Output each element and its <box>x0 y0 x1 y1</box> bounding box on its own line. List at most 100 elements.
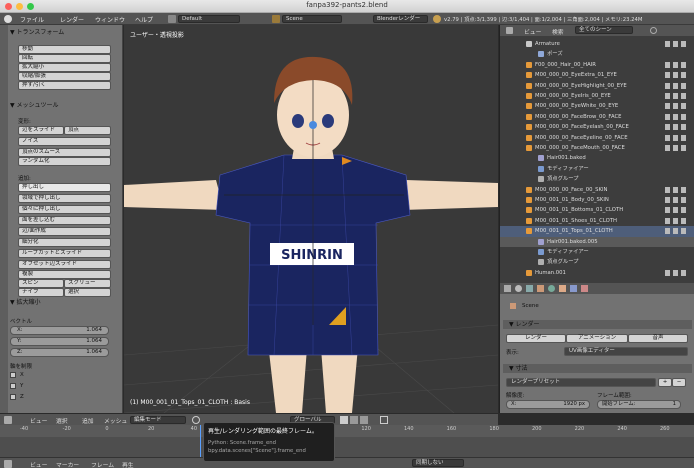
visibility-toggle-icons[interactable] <box>665 82 687 89</box>
outliner-row[interactable]: M00_000_00_FaceMouth_00_FACE <box>500 143 694 153</box>
dimensions-panel-header[interactable]: ▼ 寸法 <box>503 364 692 373</box>
outliner-row[interactable]: モディファイアー <box>500 164 694 174</box>
screen-layout-field[interactable]: Default <box>178 15 240 23</box>
outliner-row[interactable]: M00_000_00_Face_00_SKIN <box>500 185 694 195</box>
outliner-row[interactable]: M00_001_01_Bottoms_01_CLOTH <box>500 205 694 215</box>
vertex-slide-button[interactable]: 頂点 <box>64 126 111 135</box>
vector-x-field[interactable]: X: 1.064 <box>10 326 109 335</box>
visibility-toggle-icons[interactable] <box>665 41 687 47</box>
tool-shelf-tabs[interactable] <box>0 25 8 413</box>
outliner-row[interactable]: モディファイアー <box>500 247 694 257</box>
select-menu[interactable]: 選択 <box>56 416 68 425</box>
loop-cut-slide-button[interactable]: ループカットとスライド <box>18 249 111 258</box>
outliner-row[interactable]: Armature <box>500 39 694 49</box>
mesh-tools-panel-header[interactable]: ▼ メッシュツール <box>10 100 59 109</box>
knife-button[interactable]: ナイフ <box>18 288 64 297</box>
resolution-x-field[interactable]: X: 1920 px <box>506 400 590 409</box>
search-icon[interactable] <box>650 27 657 34</box>
randomize-button[interactable]: ランダム化 <box>18 157 111 166</box>
extrude-region-button[interactable]: 領域で押し出し <box>18 194 111 203</box>
frame-menu[interactable]: フレーム <box>91 460 114 468</box>
selected-vertex[interactable] <box>309 121 317 129</box>
outliner-row[interactable]: M00_000_00_FaceBrow_00_FACE <box>500 112 694 122</box>
mesh-menu[interactable]: メッシュ <box>104 416 127 425</box>
extrude-individual-button[interactable]: 個々に押し出し <box>18 205 111 214</box>
transform-panel-header[interactable]: ▼ トランスフォーム <box>10 27 64 36</box>
translate-button[interactable]: 移動 <box>18 45 111 54</box>
properties-tabs[interactable] <box>500 283 694 294</box>
timeline-view-menu[interactable]: ビュー <box>30 460 47 468</box>
world-icon[interactable] <box>548 285 555 292</box>
visibility-toggle-icons[interactable] <box>665 72 687 79</box>
visibility-toggle-icons[interactable] <box>665 217 687 224</box>
outliner-row[interactable]: M00_000_00_EyeIris_00_EYE <box>500 91 694 101</box>
outliner-row[interactable]: F00_000_Hair_00_HAIR <box>500 60 694 70</box>
render-engine-dropdown[interactable]: Blenderレンダー <box>373 15 428 23</box>
info-editor-icon[interactable] <box>4 15 12 23</box>
visibility-toggle-icons[interactable] <box>665 186 687 193</box>
render-still-button[interactable]: レンダー <box>506 334 566 343</box>
layers-icon[interactable] <box>526 285 533 292</box>
current-frame-indicator[interactable] <box>200 425 201 457</box>
vertex-select-icon[interactable] <box>340 416 348 424</box>
outliner-menu-view[interactable]: ビュー <box>524 27 541 36</box>
timeline-editor-icon[interactable] <box>4 460 12 468</box>
add-preset-button[interactable]: + <box>658 378 672 387</box>
edge-slide-button[interactable]: 辺をスライド <box>18 126 64 135</box>
scene-field[interactable]: Scene <box>282 15 342 23</box>
wrench-icon[interactable] <box>570 285 577 292</box>
shading-icon[interactable] <box>192 416 200 424</box>
remove-preset-button[interactable]: − <box>672 378 686 387</box>
outliner-editor-icon[interactable] <box>506 27 513 34</box>
render-animation-button[interactable]: アニメーション <box>566 334 628 343</box>
rotate-button[interactable]: 回転 <box>18 54 111 63</box>
menu-render[interactable]: レンダー <box>60 15 84 24</box>
vector-y-field[interactable]: Y: 1.064 <box>10 337 109 346</box>
outliner-row[interactable]: M00_000_00_EyeWhite_00_EYE <box>500 101 694 111</box>
menu-file[interactable]: ファイル <box>20 15 44 24</box>
material-icon[interactable] <box>581 285 588 292</box>
visibility-toggle-icons[interactable] <box>665 113 687 120</box>
visibility-toggle-icons[interactable] <box>665 145 687 151</box>
editor-type-icon[interactable] <box>4 416 12 424</box>
constraint-y-checkbox[interactable] <box>10 383 16 389</box>
timeline-track[interactable] <box>0 437 694 457</box>
extrude-dropdown[interactable]: 押し出し <box>18 183 111 192</box>
outliner-row[interactable]: 頂点グループ <box>500 174 694 184</box>
outliner-row[interactable]: Hair001.baked.005 <box>500 236 694 247</box>
subdivide-button[interactable]: 細分化 <box>18 238 111 247</box>
interaction-mode-dropdown[interactable]: 編集モード <box>130 416 186 424</box>
outliner-scope-dropdown[interactable]: 全てのシーン <box>575 26 633 34</box>
menu-window[interactable]: ウィンドウ <box>95 15 125 24</box>
timeline[interactable]: -40-200204060801001201401601802002202402… <box>0 425 694 457</box>
scale-button[interactable]: 拡大縮小 <box>18 63 111 72</box>
outliner-row[interactable]: M00_000_00_EyeExtra_01_EYE <box>500 70 694 80</box>
view-menu[interactable]: ビュー <box>30 416 47 425</box>
outliner-row[interactable]: 頂点グループ <box>500 257 694 267</box>
marker-menu[interactable]: マーカー <box>56 460 79 468</box>
render-tab-icon[interactable] <box>504 285 511 292</box>
duplicate-button[interactable]: 複製 <box>18 270 111 279</box>
playback-menu[interactable]: 再生 <box>122 460 134 468</box>
frame-start-field[interactable]: 開始フレーム: 1 <box>597 400 681 409</box>
screw-button[interactable]: スクリュー <box>64 279 111 288</box>
render-audio-button[interactable]: 音声 <box>628 334 688 343</box>
display-mode-dropdown[interactable]: UV画像エディター <box>564 347 688 356</box>
vector-z-field[interactable]: Z: 1.064 <box>10 348 109 357</box>
sync-mode-dropdown[interactable]: 同期しない <box>412 459 464 467</box>
visibility-toggle-icons[interactable] <box>665 124 687 131</box>
outliner-menu-search[interactable]: 検索 <box>552 27 564 36</box>
resize-panel-header[interactable]: ▼ 拡大縮小 <box>10 297 41 306</box>
outliner-row[interactable]: M00_001_01_Tops_01_CLOTH <box>500 226 694 237</box>
timeline-ruler[interactable]: -40-200204060801001201401601802002202402… <box>0 425 694 435</box>
visibility-toggle-icons[interactable] <box>665 197 687 203</box>
3d-viewport[interactable]: SHINRIN <box>124 25 498 413</box>
outliner-row[interactable]: M00_000_00_FaceEyeline_00_FACE <box>500 133 694 143</box>
inset-faces-button[interactable]: 面を差し込む <box>18 216 111 225</box>
noise-button[interactable]: ノイズ <box>18 137 111 146</box>
knife-select-button[interactable]: 選択 <box>64 288 111 297</box>
offset-edge-slide-button[interactable]: オフセット辺スライド <box>18 260 111 269</box>
menu-help[interactable]: ヘルプ <box>135 15 153 24</box>
render-preset-dropdown[interactable]: レンダープリセット <box>506 378 656 387</box>
visibility-toggle-icons[interactable] <box>665 228 687 235</box>
